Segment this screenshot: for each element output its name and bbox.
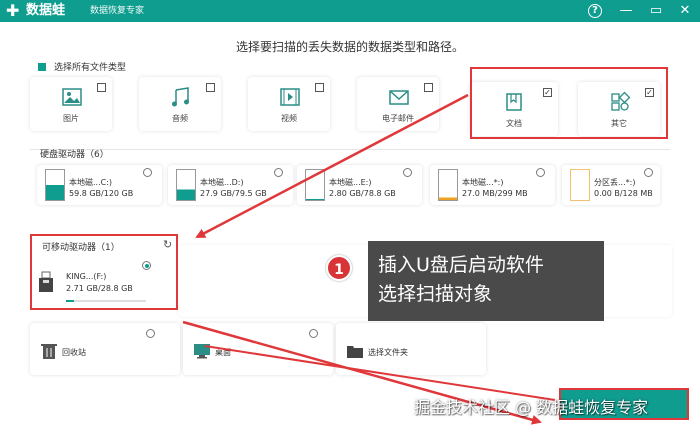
app-subtitle: 数据恢复专家: [90, 6, 145, 16]
drive-radio[interactable]: [403, 168, 412, 177]
title-bar: ✚ 数据蛙 数据恢复专家 ? — ▭ ✕: [0, 0, 700, 22]
location-radio[interactable]: [146, 329, 155, 338]
email-icon: [389, 90, 409, 105]
callout-line-2: 选择扫描对象: [378, 283, 493, 305]
location-choose-folder[interactable]: 选择文件夹: [336, 323, 486, 375]
hard-drive-c[interactable]: 本地磁...C:) 59.8 GB/120 GB: [37, 165, 162, 205]
step-number-badge: 1: [326, 255, 352, 281]
desktop-icon: [194, 344, 210, 359]
location-desktop[interactable]: 桌面: [183, 323, 333, 375]
hard-drive-recovery[interactable]: 本地磁...*:) 27.0 MB/299 MB: [430, 165, 555, 205]
minimize-button[interactable]: —: [617, 2, 635, 20]
highlight-box-filetypes: [470, 67, 668, 139]
usage-bar: [66, 300, 146, 302]
drive-size: 27.0 MB/299 MB: [462, 189, 528, 198]
instruction-callout: 插入U盘后启动软件 选择扫描对象: [368, 241, 604, 321]
page-heading: 选择要扫描的丢失数据的数据类型和路径。: [235, 40, 464, 54]
app-name: 数据蛙: [26, 3, 66, 18]
help-icon[interactable]: ?: [588, 4, 602, 18]
hard-drive-d[interactable]: 本地磁...D:) 27.9 GB/79.5 GB: [168, 165, 293, 205]
drive-size: 59.8 GB/120 GB: [69, 189, 134, 198]
drive-radio[interactable]: [143, 168, 152, 177]
drive-icon: [176, 169, 196, 201]
hard-drive-e[interactable]: 本地磁...E:) 2.80 GB/78.8 GB: [297, 165, 422, 205]
drive-radio[interactable]: [536, 168, 545, 177]
video-icon: [280, 88, 300, 106]
drive-name: 本地磁...E:): [329, 178, 372, 187]
file-type-label: 视频: [281, 114, 297, 123]
drive-icon: [45, 169, 65, 201]
select-all-check-icon: [38, 63, 46, 71]
file-type-checkbox[interactable]: [424, 83, 433, 92]
removable-section-label: 可移动驱动器（1）: [42, 243, 120, 253]
music-icon: [172, 87, 189, 107]
drive-icon: [570, 169, 590, 201]
usage-bar-fill: [66, 300, 74, 302]
file-type-label: 音频: [172, 114, 188, 123]
app-logo-icon: ✚: [6, 1, 20, 20]
close-button[interactable]: ✕: [676, 2, 694, 20]
file-type-label: 电子邮件: [382, 114, 414, 123]
drive-size: 0.00 B/128 MB: [594, 189, 653, 198]
hard-drive-lost-partition[interactable]: 分区丢...*:) 0.00 B/128 MB: [562, 165, 660, 205]
drive-name: 分区丢...*:): [594, 178, 636, 187]
file-type-image[interactable]: 图片: [30, 77, 112, 131]
drive-radio[interactable]: [274, 168, 283, 177]
folder-icon: [347, 346, 363, 358]
file-type-label: 图片: [63, 114, 79, 123]
file-type-video[interactable]: 视频: [248, 77, 330, 131]
file-type-checkbox[interactable]: [206, 83, 215, 92]
drive-size: 2.71 GB/28.8 GB: [66, 284, 133, 293]
drive-radio-selected[interactable]: [142, 261, 151, 270]
location-radio[interactable]: [309, 329, 318, 338]
drive-name: 本地磁...*:): [462, 178, 504, 187]
drive-radio[interactable]: [644, 168, 653, 177]
file-type-checkbox[interactable]: [315, 83, 324, 92]
drive-name: 本地磁...C:): [69, 178, 113, 187]
drive-name: 本地磁...D:): [200, 178, 244, 187]
file-type-email[interactable]: 电子邮件: [357, 77, 439, 131]
file-type-checkbox[interactable]: [97, 83, 106, 92]
location-label: 桌面: [215, 348, 231, 357]
location-label: 选择文件夹: [368, 348, 408, 357]
removable-drive-usb[interactable]: KING...(F:) 2.71 GB/28.8 GB: [36, 258, 156, 304]
hard-drive-section-label: 硬盘驱动器（6）: [40, 150, 109, 160]
select-all-checkbox[interactable]: 选择所有文件类型: [38, 60, 126, 73]
usb-drive-icon: [39, 271, 53, 292]
drive-size: 27.9 GB/79.5 GB: [200, 189, 267, 198]
refresh-icon[interactable]: ↻: [163, 238, 172, 251]
trash-icon: [41, 344, 57, 359]
image-icon: [62, 88, 82, 106]
callout-line-1: 插入U盘后启动软件: [378, 254, 544, 276]
drive-icon: [438, 169, 458, 201]
file-type-audio[interactable]: 音频: [139, 77, 221, 131]
drive-name: KING...(F:): [66, 272, 107, 281]
select-all-label: 选择所有文件类型: [54, 63, 127, 73]
drive-size: 2.80 GB/78.8 GB: [329, 189, 396, 198]
maximize-button[interactable]: ▭: [647, 2, 665, 20]
location-label: 回收站: [62, 348, 86, 357]
watermark: 掘金技术社区 @ 数据蛙恢复专家: [414, 398, 649, 417]
drive-icon: [305, 169, 325, 201]
location-recycle-bin[interactable]: 回收站: [30, 323, 180, 375]
